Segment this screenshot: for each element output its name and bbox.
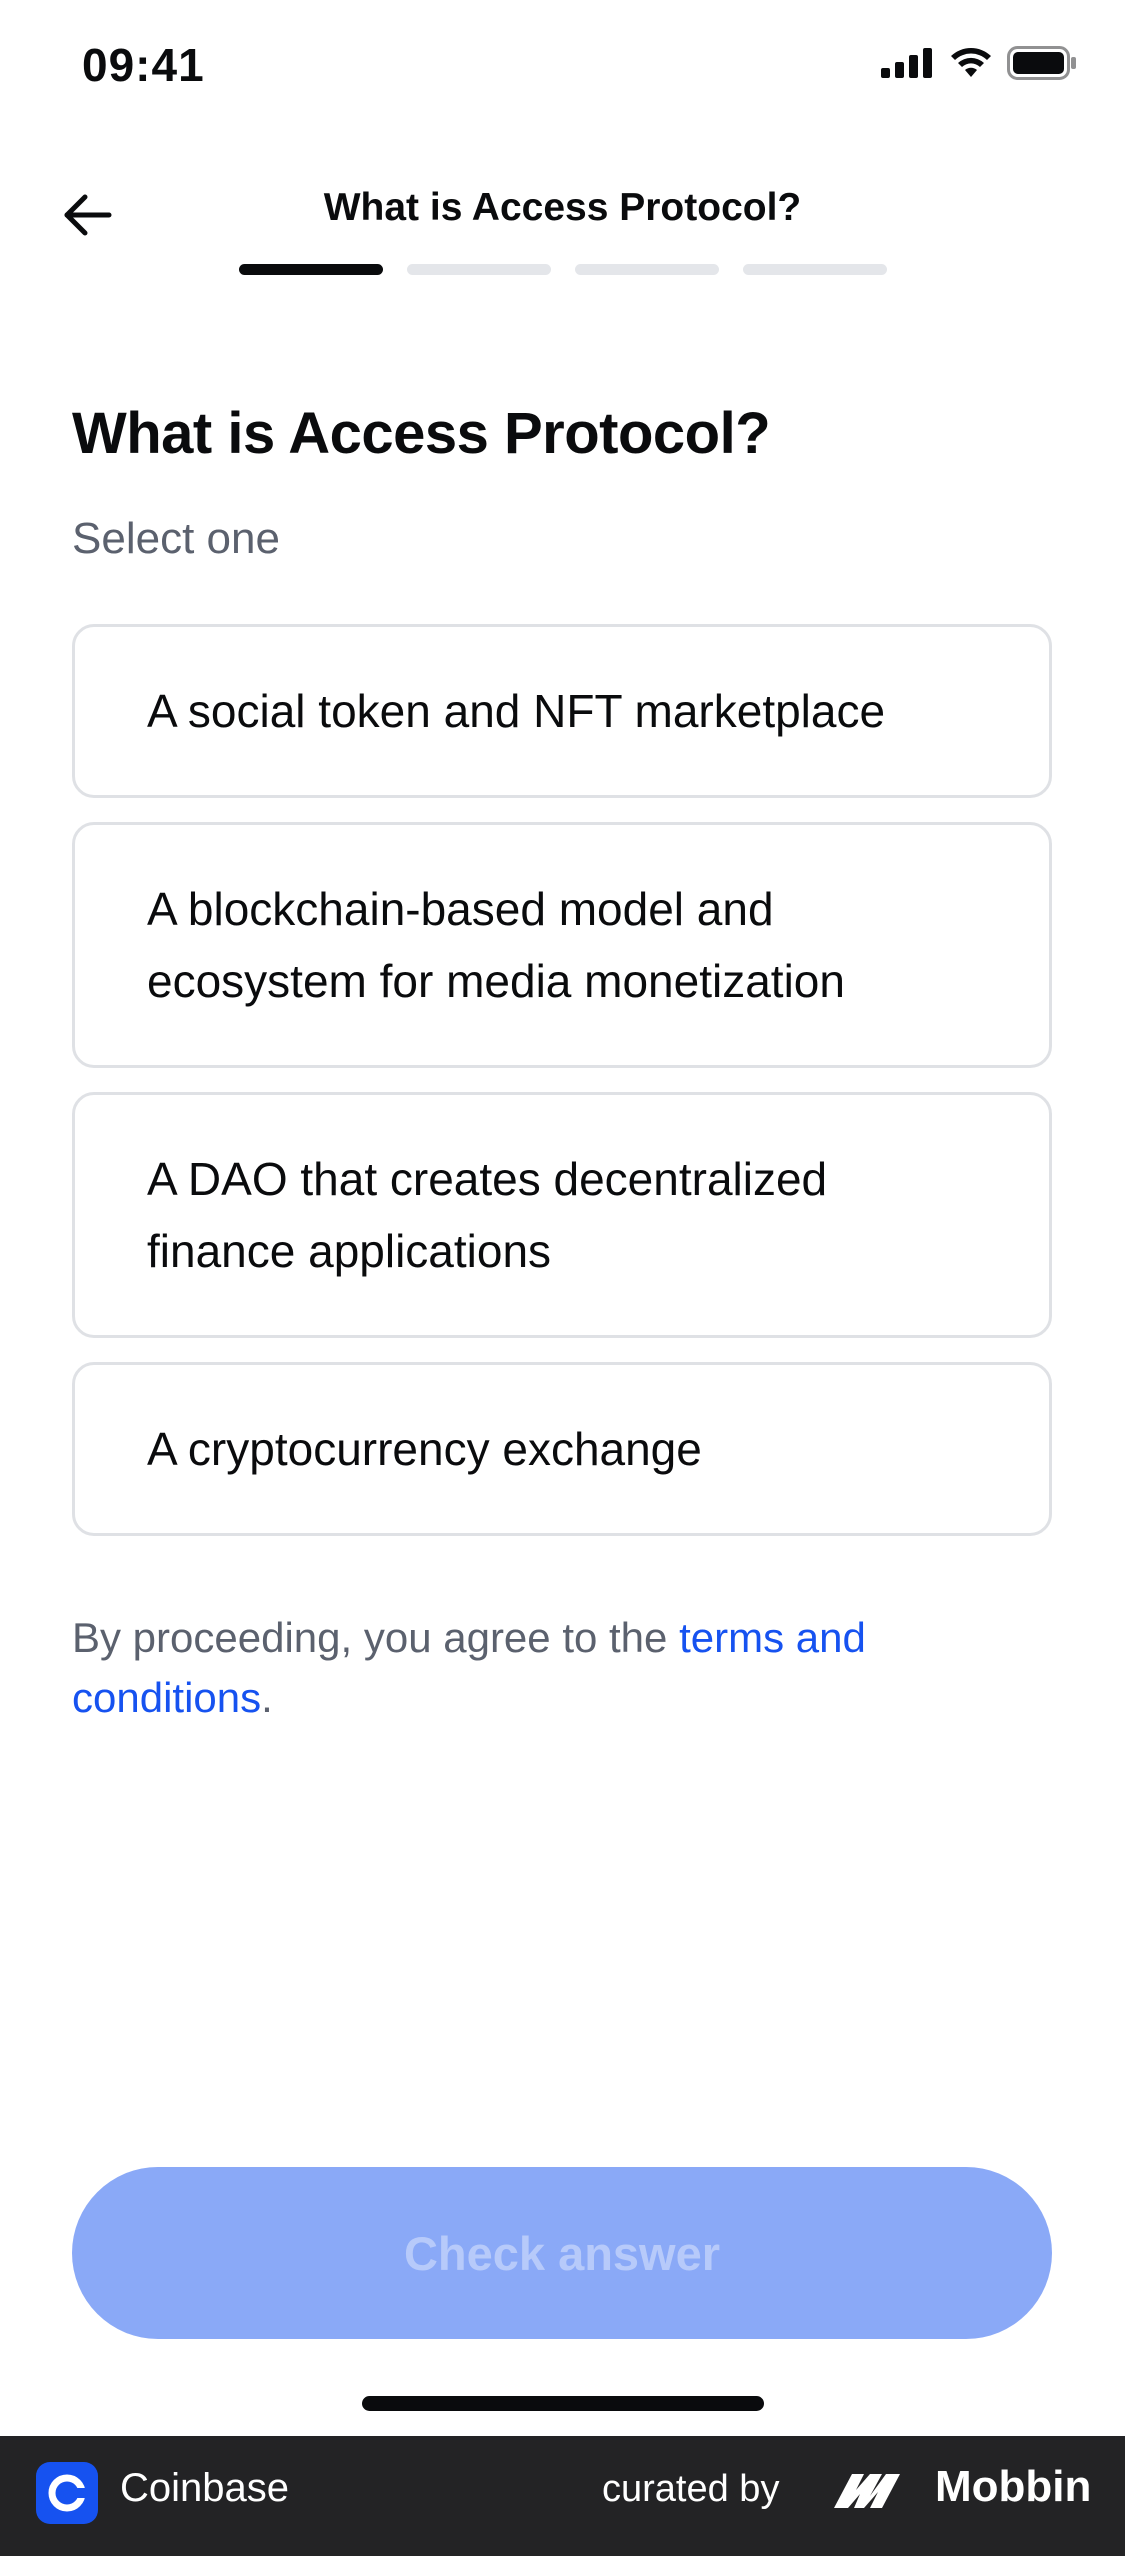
progress-segment (239, 264, 383, 275)
progress-segment (743, 264, 887, 275)
footer-banner: Coinbase curated by Mobbin (0, 2436, 1125, 2556)
question-title: What is Access Protocol? (72, 401, 771, 466)
answer-option[interactable]: A social token and NFT marketplace (72, 624, 1052, 798)
footer-curated-by: curated by (602, 2468, 780, 2510)
header-title: What is Access Protocol? (323, 186, 802, 229)
answer-option-label: A cryptocurrency exchange (147, 1423, 702, 1475)
status-icons (881, 46, 1077, 80)
answer-option-label: A DAO that creates decentralized finance… (147, 1153, 828, 1277)
footer-app-name: Coinbase (120, 2466, 290, 2510)
coinbase-logo-icon (36, 2462, 98, 2524)
home-indicator (362, 2396, 764, 2411)
check-answer-button[interactable]: Check answer (72, 2167, 1052, 2339)
progress-segment (407, 264, 551, 275)
answer-option[interactable]: A blockchain-based model and ecosystem f… (72, 822, 1052, 1068)
terms-prefix: By proceeding, you agree to the (72, 1614, 680, 1661)
battery-icon (1007, 46, 1076, 80)
answer-option[interactable]: A DAO that creates decentralized finance… (72, 1092, 1052, 1338)
mobbin-logo-icon (834, 2474, 900, 2508)
answer-option-label: A blockchain-based model and ecosystem f… (147, 883, 845, 1007)
question-subtitle: Select one (72, 514, 280, 563)
cellular-signal-icon (881, 48, 932, 78)
status-bar: 09:41 (0, 0, 1125, 140)
answer-option-label: A social token and NFT marketplace (147, 685, 886, 737)
quiz-progress (239, 264, 887, 275)
wifi-icon (951, 48, 991, 77)
progress-segment (575, 264, 719, 275)
status-time: 09:41 (82, 39, 205, 91)
terms-suffix: . (261, 1674, 273, 1721)
terms-notice: By proceeding, you agree to the terms an… (72, 1608, 992, 1728)
answer-option[interactable]: A cryptocurrency exchange (72, 1362, 1052, 1536)
footer-brand: Mobbin (935, 2462, 1092, 2511)
